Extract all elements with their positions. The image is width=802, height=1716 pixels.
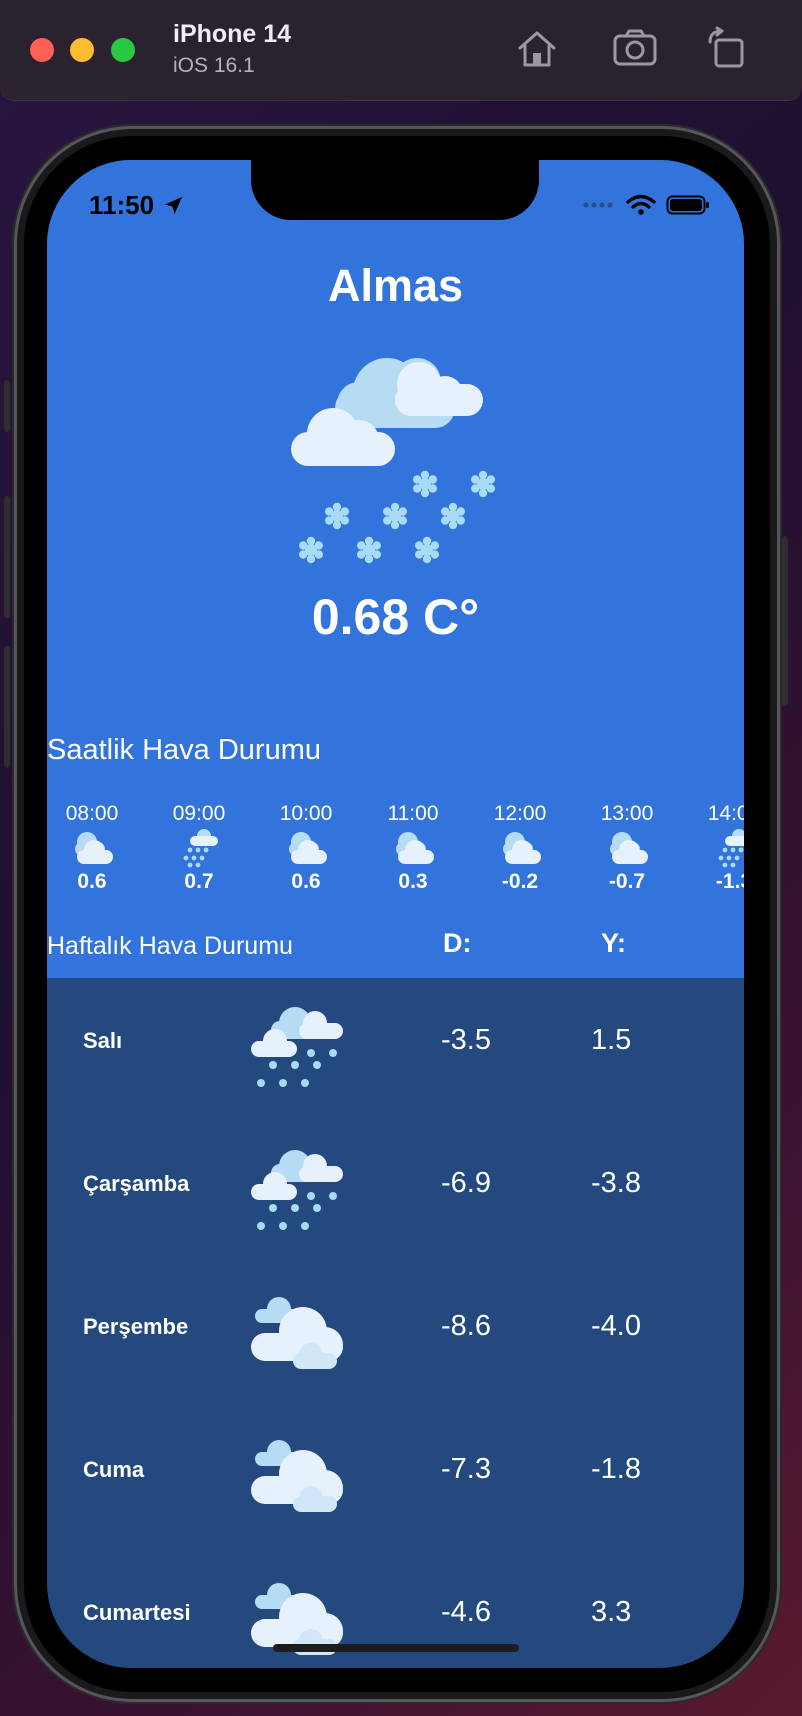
day-row: Çarşamba -6.9 -3.8 (47, 1121, 744, 1264)
signal-icon (583, 202, 613, 208)
cloud-snow-icon (291, 358, 495, 564)
day-name: Salı (83, 1028, 123, 1053)
cloud-icon (289, 832, 327, 864)
day-name: Perşembe (83, 1314, 189, 1339)
cloud-snow-icon (251, 1007, 343, 1087)
location-arrow-icon (165, 196, 183, 214)
hour-temperature: -0.7 (608, 870, 646, 893)
hourly-item: 12:00 -0.2 (475, 802, 565, 894)
cloud-snow-icon (183, 829, 218, 868)
hour-temperature: 0.3 (398, 870, 428, 893)
cloud-icon (503, 832, 541, 864)
weekly-header: Haftalık Hava Durumu D: Y: (47, 920, 744, 978)
day-max-temperature: -1.8 (591, 1453, 641, 1485)
rotate-icon[interactable] (704, 26, 750, 72)
hour-time: 13:00 (600, 802, 654, 825)
device-os-version: iOS 16.1 (173, 54, 255, 77)
hour-time: 10:00 (279, 802, 333, 825)
hourly-item: 10:00 0.6 (261, 802, 351, 894)
hourly-forecast-scroller[interactable]: 08:00 0.6 09:00 0.7 10:00 0.6 11:00 0.3 … (47, 802, 744, 902)
current-temperature: 0.68 C° (311, 589, 480, 645)
hour-time: 08:00 (65, 802, 119, 825)
day-min-temperature: -4.6 (441, 1596, 491, 1628)
hourly-item: 13:00 -0.7 (582, 802, 672, 894)
status-time-label: 11:50 (89, 190, 155, 220)
max-column-header: Y: (601, 928, 626, 958)
hour-temperature: -1.3 (715, 870, 744, 893)
zoom-window-button[interactable] (111, 38, 135, 62)
city-name: Almas (327, 260, 464, 311)
hour-time: 09:00 (172, 802, 226, 825)
day-max-temperature: 1.5 (591, 1024, 632, 1056)
day-min-temperature: -6.9 (441, 1167, 491, 1199)
day-name: Çarşamba (83, 1171, 190, 1196)
current-weather-panel: 11:50 Almas 0.68 C° Saatlik Hava Durumu … (47, 160, 744, 978)
weekly-forecast-list[interactable]: Salı -3.5 1.5 Çarşamba -6.9 -3.8 Perşemb… (47, 978, 744, 1668)
volume-up-button (4, 496, 10, 618)
status-time: 11:50 (89, 190, 184, 221)
cloud-icon (251, 1297, 343, 1369)
cloud-icon (396, 832, 434, 864)
weekly-section-title: Haftalık Hava Durumu (47, 932, 293, 960)
cloud-icon (75, 832, 113, 864)
day-min-temperature: -7.3 (441, 1453, 491, 1485)
cloud-icon (251, 1440, 343, 1512)
device-name: iPhone 14 (173, 20, 292, 48)
day-max-temperature: -4.0 (591, 1310, 641, 1342)
day-name: Cumartesi (83, 1600, 191, 1625)
power-button (782, 536, 788, 706)
cloud-icon (610, 832, 648, 864)
cloud-icon (251, 1583, 343, 1655)
cloud-snow-icon (251, 1150, 343, 1230)
hour-temperature: -0.2 (501, 870, 539, 893)
day-max-temperature: -3.8 (591, 1167, 641, 1199)
day-row: Perşembe -8.6 -4.0 (47, 1264, 744, 1407)
hourly-item: 11:00 0.3 (368, 802, 458, 894)
camera-icon[interactable] (612, 26, 658, 72)
hour-time: 11:00 (387, 802, 439, 825)
hourly-item: 09:00 0.7 (154, 802, 244, 894)
hourly-section-title: Saatlik Hava Durumu (47, 734, 321, 766)
day-max-temperature: 3.3 (591, 1596, 632, 1628)
hourly-item: 14:00 -1.3 (689, 802, 744, 894)
hour-time: 12:00 (493, 802, 547, 825)
day-row: Cuma -7.3 -1.8 (47, 1407, 744, 1550)
home-indicator[interactable] (273, 1644, 519, 1652)
min-column-header: D: (443, 928, 472, 958)
wifi-icon (626, 194, 656, 215)
hour-temperature: 0.7 (184, 870, 214, 893)
mute-switch (4, 380, 10, 432)
cloud-snow-icon (718, 829, 744, 868)
day-row: Salı -3.5 1.5 (47, 978, 744, 1121)
battery-icon (666, 195, 709, 215)
home-icon[interactable] (514, 26, 560, 72)
notch (251, 160, 539, 220)
hour-time: 14:00 (707, 802, 744, 825)
hourly-item: 08:00 0.6 (47, 802, 137, 894)
minimize-window-button[interactable] (70, 38, 94, 62)
day-name: Cuma (83, 1457, 145, 1482)
close-window-button[interactable] (30, 38, 54, 62)
day-min-temperature: -3.5 (441, 1024, 491, 1056)
status-right (582, 194, 710, 216)
hour-temperature: 0.6 (77, 870, 107, 893)
volume-down-button (4, 646, 10, 768)
day-min-temperature: -8.6 (441, 1310, 491, 1342)
simulator-toolbar: iPhone 14 iOS 16.1 (0, 0, 802, 101)
hour-temperature: 0.6 (291, 870, 321, 893)
app-screen: 11:50 Almas 0.68 C° Saatlik Hava Durumu … (47, 160, 744, 1668)
